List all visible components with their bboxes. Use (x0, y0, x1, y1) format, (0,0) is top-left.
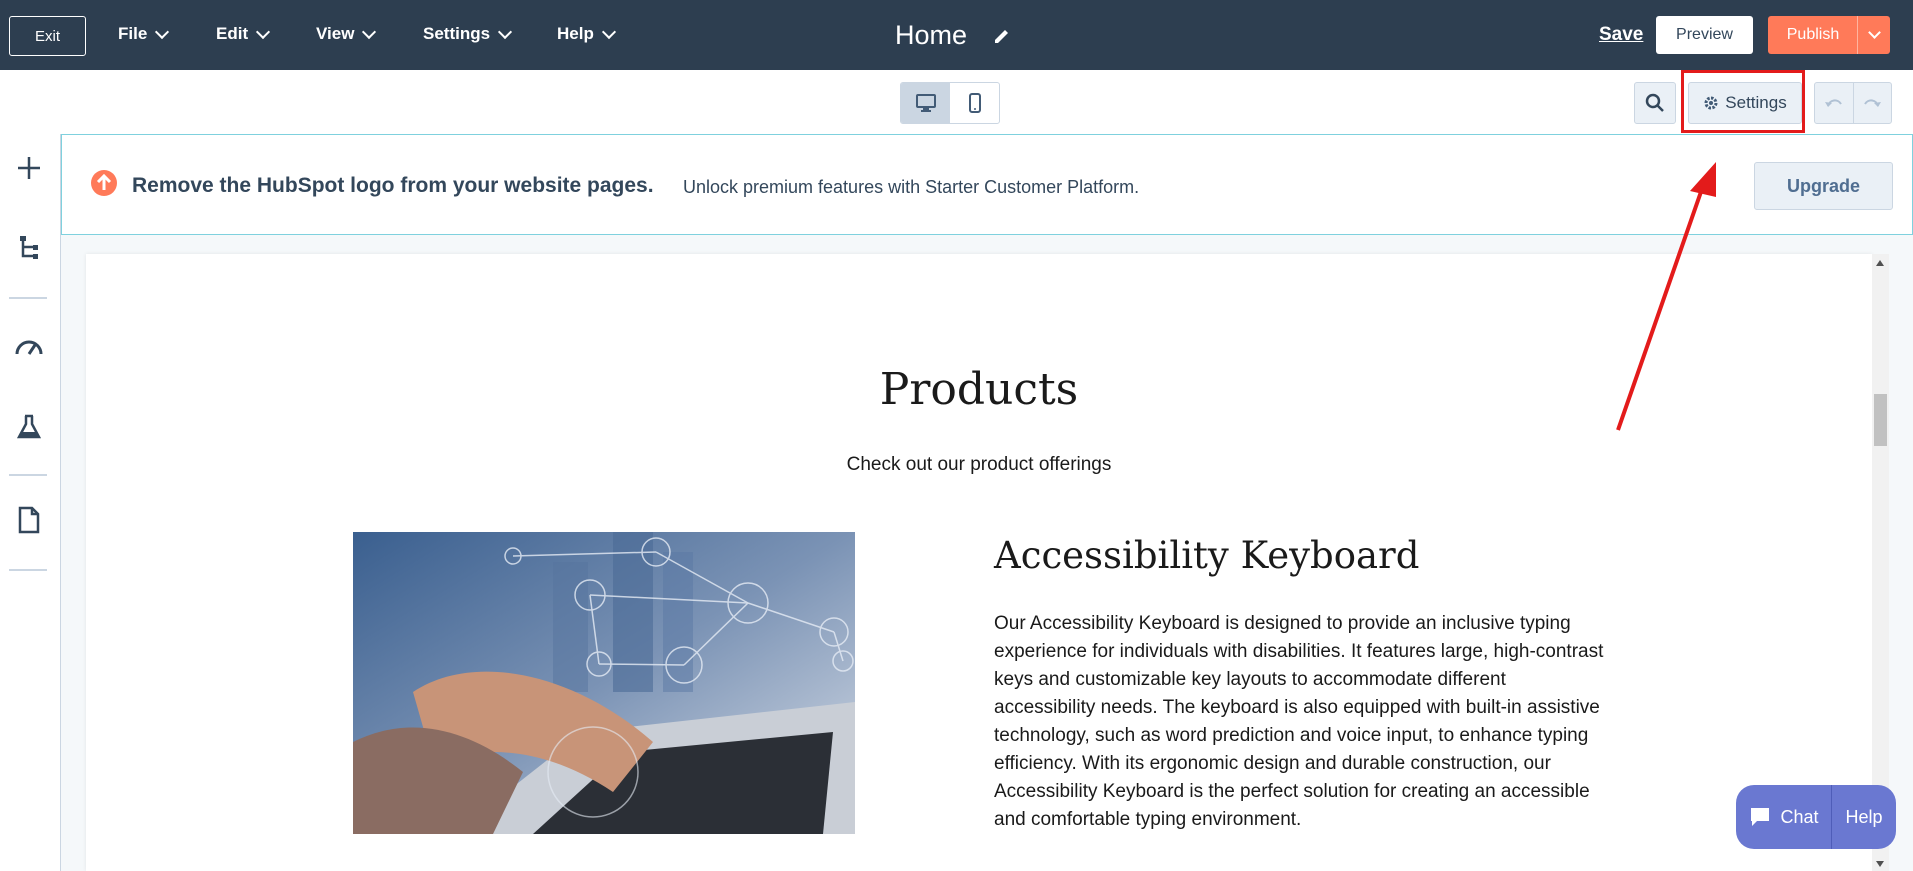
chat-label: Chat (1780, 806, 1819, 827)
upgrade-banner: Remove the HubSpot logo from your websit… (61, 134, 1913, 235)
mobile-icon (968, 93, 981, 113)
annotation-highlight-box (1681, 70, 1805, 133)
left-sidebar (0, 134, 61, 871)
redo-icon (1864, 99, 1882, 107)
pencil-icon[interactable] (993, 27, 1011, 50)
gauge-icon (15, 340, 43, 355)
pages-button[interactable] (12, 503, 46, 537)
chevron-down-icon (155, 24, 170, 39)
help-button[interactable]: Help (1832, 785, 1896, 849)
publish-options-button[interactable] (1857, 16, 1890, 54)
test-button[interactable] (12, 410, 46, 444)
chevron-down-icon (256, 24, 271, 39)
undo-button[interactable] (1815, 83, 1854, 123)
sidebar-divider (9, 569, 47, 571)
product-description[interactable]: Our Accessibility Keyboard is designed t… (994, 610, 1604, 834)
menu-help[interactable]: Help (557, 24, 616, 44)
publish-button[interactable]: Publish (1768, 16, 1890, 54)
device-toggle (900, 82, 1000, 124)
undo-redo-group (1814, 82, 1892, 124)
menu-edit[interactable]: Edit (216, 24, 271, 44)
section-heading[interactable]: Products (86, 364, 1872, 415)
section-subheading[interactable]: Check out our product offerings (86, 454, 1872, 476)
publish-label: Publish (1786, 26, 1840, 43)
page-title[interactable]: Home (895, 20, 967, 51)
desktop-icon (915, 94, 936, 112)
chevron-down-icon (362, 24, 377, 39)
menu-help-label: Help (557, 24, 594, 43)
menu-settings-label: Settings (423, 24, 491, 43)
menu-file-label: File (118, 24, 148, 43)
search-icon (1645, 93, 1664, 112)
sidebar-divider (9, 297, 47, 299)
arrow-up-circle-icon (90, 169, 118, 202)
canvas-scrollbar[interactable] (1872, 254, 1889, 871)
menu-view-label: View (316, 24, 355, 43)
redo-button[interactable] (1854, 83, 1892, 123)
undo-icon (1824, 99, 1842, 107)
search-button[interactable] (1634, 82, 1676, 124)
page-canvas[interactable]: Products Check out our product offerings (86, 254, 1872, 871)
scroll-thumb[interactable] (1874, 394, 1887, 446)
save-button[interactable]: Save (1599, 24, 1643, 46)
add-module-button[interactable] (12, 151, 46, 185)
upgrade-button[interactable]: Upgrade (1754, 162, 1893, 210)
document-icon (18, 506, 40, 534)
menu-edit-label: Edit (216, 24, 249, 43)
optimize-button[interactable] (12, 330, 46, 364)
help-label: Help (1845, 806, 1883, 827)
scroll-down-arrow[interactable] (1876, 861, 1884, 867)
chevron-down-icon (497, 24, 513, 39)
menu-view[interactable]: View (316, 24, 377, 44)
scroll-up-arrow[interactable] (1876, 260, 1884, 266)
banner-title: Remove the HubSpot logo from your websit… (132, 174, 654, 197)
layers-button[interactable] (12, 231, 46, 265)
chat-button[interactable]: Chat (1736, 785, 1832, 849)
chevron-down-icon (1867, 26, 1881, 39)
editor-toolbar: Settings (0, 70, 1913, 135)
flask-icon (17, 414, 41, 439)
sidebar-divider (9, 474, 47, 476)
banner-description: Unlock premium features with Starter Cus… (683, 177, 1140, 197)
desktop-view-button[interactable] (901, 83, 950, 123)
chevron-down-icon (601, 24, 616, 39)
tree-icon (20, 236, 38, 259)
top-bar: Exit File Edit View Settings Help Home S… (0, 0, 1913, 70)
preview-button[interactable]: Preview (1656, 16, 1753, 54)
menu-settings[interactable]: Settings (423, 24, 513, 44)
exit-button[interactable]: Exit (9, 16, 86, 56)
product-image[interactable] (353, 532, 855, 834)
menu-file[interactable]: File (118, 24, 170, 44)
product-title[interactable]: Accessibility Keyboard (994, 534, 1419, 577)
plus-icon (18, 157, 40, 179)
chat-widget: Chat Help (1736, 785, 1896, 849)
chat-bubble-icon (1751, 808, 1770, 826)
mobile-view-button[interactable] (950, 83, 999, 123)
